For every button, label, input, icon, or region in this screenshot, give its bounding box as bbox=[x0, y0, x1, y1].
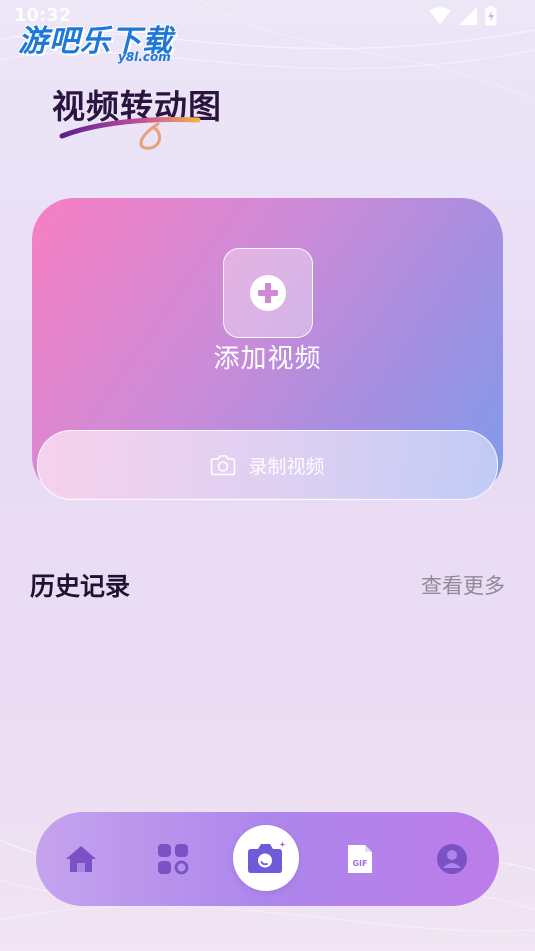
tab-gif[interactable]: GIF bbox=[330, 812, 390, 906]
watermark-subtext: y8l.com bbox=[118, 50, 171, 64]
tab-apps[interactable] bbox=[143, 812, 203, 906]
wifi-icon bbox=[429, 7, 451, 24]
history-section-title: 历史记录 bbox=[30, 572, 131, 601]
tab-home[interactable] bbox=[51, 812, 111, 906]
plus-circle-icon bbox=[250, 275, 286, 311]
gif-file-icon: GIF bbox=[348, 845, 372, 873]
record-video-button[interactable]: 录制视频 bbox=[37, 430, 498, 500]
tab-profile[interactable] bbox=[422, 812, 482, 906]
apps-grid-icon bbox=[158, 844, 189, 875]
watermark-logo: 游吧乐下载 y8l.com bbox=[18, 16, 173, 64]
add-video-button[interactable] bbox=[223, 248, 313, 338]
home-icon bbox=[66, 846, 96, 872]
tab-camera[interactable] bbox=[233, 825, 299, 891]
profile-icon bbox=[437, 844, 467, 874]
record-video-label: 录制视频 bbox=[248, 455, 325, 478]
status-icons bbox=[429, 6, 497, 26]
bottom-tab-bar: GIF bbox=[36, 812, 499, 906]
title-swoosh-decoration bbox=[59, 117, 201, 150]
gif-file-label: GIF bbox=[352, 859, 367, 868]
battery-charging-icon bbox=[485, 6, 497, 26]
camera-icon bbox=[248, 841, 286, 873]
add-video-label: 添加视频 bbox=[213, 344, 322, 374]
signal-icon bbox=[459, 7, 477, 25]
view-more-link[interactable]: 查看更多 bbox=[421, 570, 505, 600]
camera-outline-icon bbox=[211, 455, 236, 476]
